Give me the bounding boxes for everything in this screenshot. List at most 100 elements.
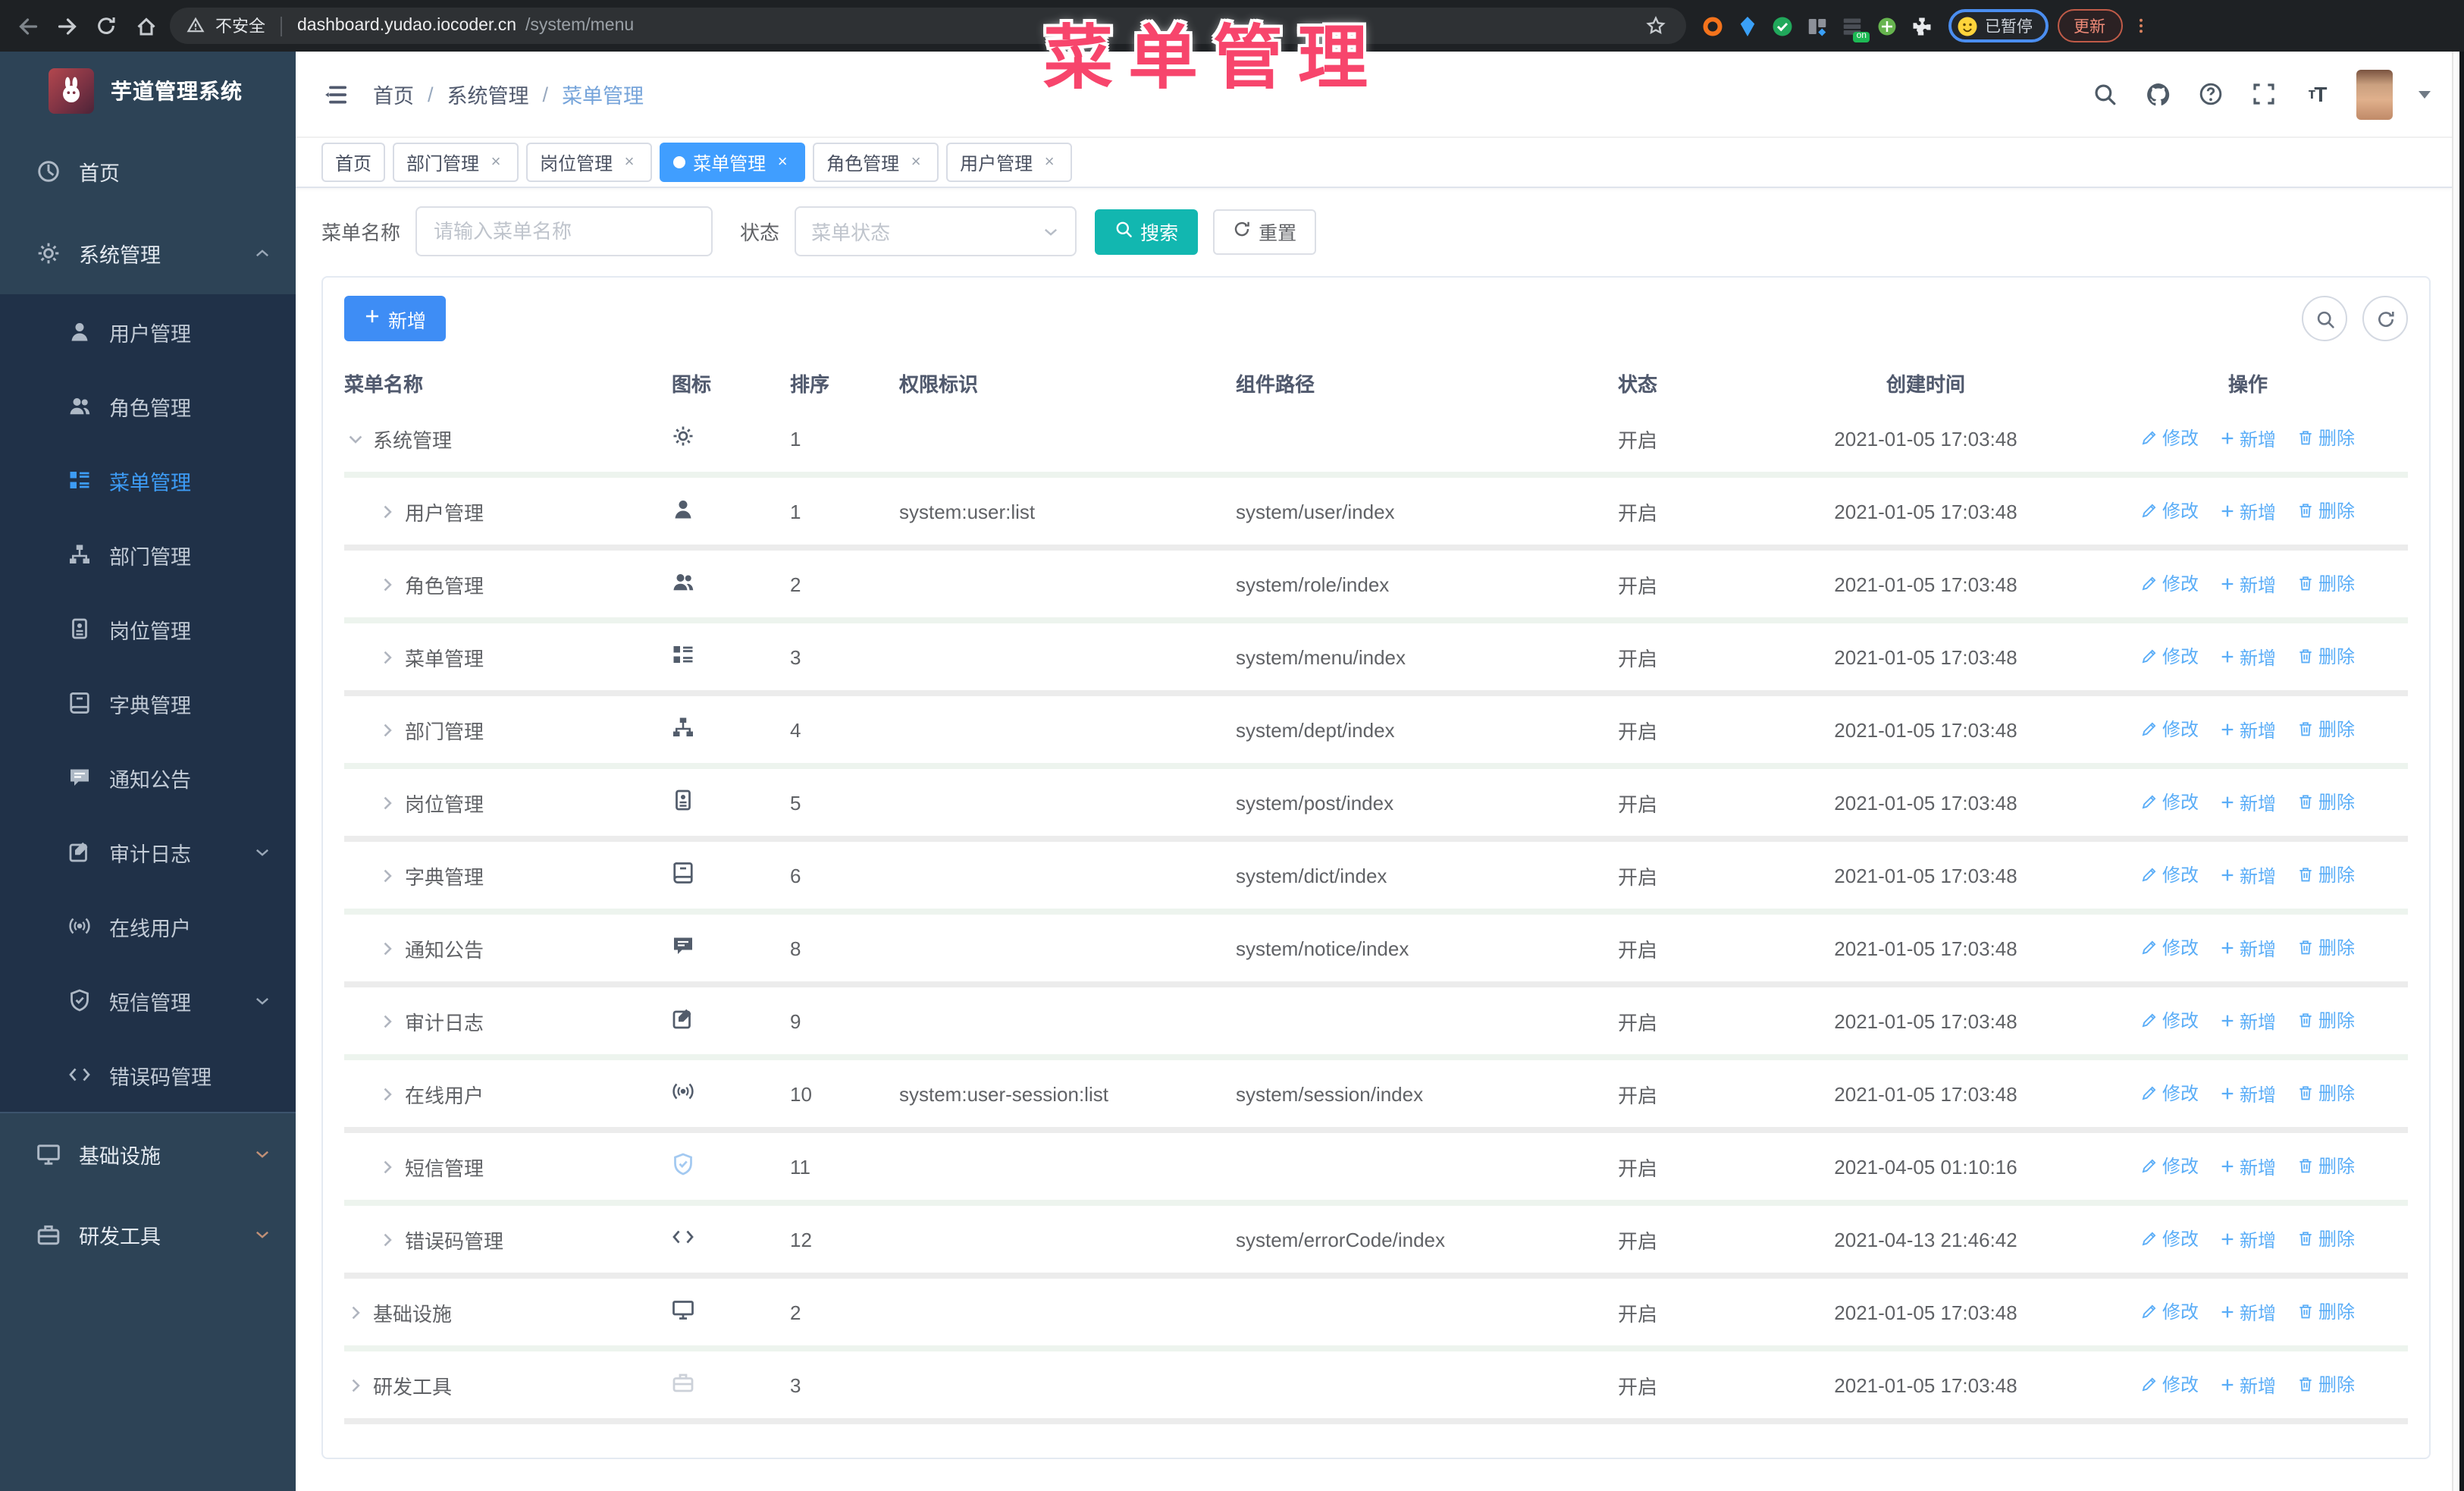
user-avatar[interactable] xyxy=(2356,69,2393,119)
sidebar-item-code[interactable]: 错误码管理 xyxy=(0,1037,296,1112)
sidebar-item-users[interactable]: 角色管理 xyxy=(0,369,296,443)
tree-expand-icon[interactable] xyxy=(376,573,397,595)
sidebar-item-monitor[interactable]: 基础设施 xyxy=(0,1112,296,1194)
tab-用户管理[interactable]: 用户管理 × xyxy=(946,143,1073,182)
sidebar-item-menu[interactable]: 菜单管理 xyxy=(0,443,296,517)
sidebar-item-dict[interactable]: 字典管理 xyxy=(0,666,296,740)
tab-岗位管理[interactable]: 岗位管理 × xyxy=(526,143,653,182)
tree-expand-icon[interactable] xyxy=(376,865,397,886)
scrollbar[interactable] xyxy=(2452,52,2459,1491)
font-size-icon[interactable]: тT xyxy=(2303,80,2331,108)
add-link[interactable]: 新增 xyxy=(2220,1227,2276,1253)
tab-首页[interactable]: 首页 xyxy=(321,143,386,182)
breadcrumb-item[interactable]: 首页 xyxy=(373,79,414,109)
sidebar-item-message[interactable]: 通知公告 xyxy=(0,740,296,815)
tab-close-icon[interactable]: × xyxy=(620,153,638,171)
update-button[interactable]: 更新 xyxy=(2057,9,2122,42)
ext-ring-icon[interactable] xyxy=(1701,14,1724,37)
add-link[interactable]: 新增 xyxy=(2220,863,2276,889)
delete-link[interactable]: 删除 xyxy=(2297,498,2355,524)
address-bar[interactable]: 不安全 dashboard.yudao.iocoder.cn/system/me… xyxy=(170,8,1686,44)
delete-link[interactable]: 删除 xyxy=(2297,1372,2355,1398)
tree-expand-icon[interactable] xyxy=(376,501,397,522)
sidebar-item-tree[interactable]: 部门管理 xyxy=(0,517,296,592)
sidebar-item-user[interactable]: 用户管理 xyxy=(0,294,296,369)
tree-expand-icon[interactable] xyxy=(344,1374,365,1395)
menu-name-input[interactable] xyxy=(415,206,713,256)
add-link[interactable]: 新增 xyxy=(2220,572,2276,598)
tab-close-icon[interactable]: × xyxy=(773,153,792,171)
tab-close-icon[interactable]: × xyxy=(1040,153,1058,171)
tree-expand-icon[interactable] xyxy=(376,1083,397,1104)
tab-close-icon[interactable]: × xyxy=(487,153,505,171)
reset-button[interactable]: 重置 xyxy=(1213,209,1317,254)
add-link[interactable]: 新增 xyxy=(2220,1009,2276,1034)
edit-link[interactable]: 修改 xyxy=(2141,498,2199,524)
edit-link[interactable]: 修改 xyxy=(2141,935,2199,961)
delete-link[interactable]: 删除 xyxy=(2297,1226,2355,1252)
tree-expand-icon[interactable] xyxy=(376,646,397,667)
home-icon[interactable] xyxy=(130,11,161,41)
forward-icon[interactable] xyxy=(52,11,82,41)
tree-expand-icon[interactable] xyxy=(376,792,397,813)
delete-link[interactable]: 删除 xyxy=(2297,425,2355,451)
delete-link[interactable]: 删除 xyxy=(2297,862,2355,888)
github-icon[interactable] xyxy=(2144,80,2171,108)
sidebar-item-post[interactable]: 岗位管理 xyxy=(0,592,296,666)
edit-link[interactable]: 修改 xyxy=(2141,1372,2199,1398)
edit-link[interactable]: 修改 xyxy=(2141,1154,2199,1179)
tree-collapse-icon[interactable] xyxy=(344,428,365,449)
back-icon[interactable] xyxy=(12,11,42,41)
tree-expand-icon[interactable] xyxy=(376,1229,397,1250)
ext-grid-icon[interactable] xyxy=(1806,14,1829,37)
sidebar-item-sms[interactable]: 短信管理 xyxy=(0,963,296,1037)
delete-link[interactable]: 删除 xyxy=(2297,1081,2355,1106)
app-logo[interactable]: 芋道管理系统 xyxy=(0,52,296,130)
tree-expand-icon[interactable] xyxy=(376,1156,397,1177)
delete-link[interactable]: 删除 xyxy=(2297,1299,2355,1325)
ext-puzzle-icon[interactable] xyxy=(1911,14,1933,37)
add-link[interactable]: 新增 xyxy=(2220,1373,2276,1398)
add-link[interactable]: 新增 xyxy=(2220,717,2276,743)
delete-link[interactable]: 删除 xyxy=(2297,1154,2355,1179)
tree-expand-icon[interactable] xyxy=(344,1301,365,1323)
toggle-search-button[interactable] xyxy=(2302,296,2347,341)
edit-link[interactable]: 修改 xyxy=(2141,789,2199,815)
delete-link[interactable]: 删除 xyxy=(2297,717,2355,742)
edit-link[interactable]: 修改 xyxy=(2141,717,2199,742)
collapse-sidebar-icon[interactable] xyxy=(321,79,352,109)
bookmark-star-icon[interactable] xyxy=(1641,11,1671,41)
delete-link[interactable]: 删除 xyxy=(2297,1008,2355,1034)
delete-link[interactable]: 删除 xyxy=(2297,644,2355,670)
edit-link[interactable]: 修改 xyxy=(2141,862,2199,888)
add-link[interactable]: 新增 xyxy=(2220,1081,2276,1107)
chevron-down-icon[interactable] xyxy=(2419,90,2431,98)
ext-gem-icon[interactable] xyxy=(1736,14,1759,37)
tab-部门管理[interactable]: 部门管理 × xyxy=(393,143,519,182)
search-icon[interactable] xyxy=(2091,80,2118,108)
delete-link[interactable]: 删除 xyxy=(2297,935,2355,961)
tab-角色管理[interactable]: 角色管理 × xyxy=(813,143,939,182)
ext-stack-icon[interactable]: on xyxy=(1841,14,1870,42)
tree-expand-icon[interactable] xyxy=(376,937,397,959)
sidebar-item-dashboard[interactable]: 首页 xyxy=(0,130,296,212)
delete-link[interactable]: 删除 xyxy=(2297,571,2355,597)
browser-menu-icon[interactable] xyxy=(2131,17,2149,35)
add-link[interactable]: 新增 xyxy=(2220,1300,2276,1326)
add-link[interactable]: 新增 xyxy=(2220,499,2276,525)
tab-close-icon[interactable]: × xyxy=(907,153,925,171)
reload-icon[interactable] xyxy=(91,11,121,41)
edit-link[interactable]: 修改 xyxy=(2141,644,2199,670)
add-link[interactable]: 新增 xyxy=(2220,1154,2276,1180)
delete-link[interactable]: 删除 xyxy=(2297,789,2355,815)
add-link[interactable]: 新增 xyxy=(2220,936,2276,962)
refresh-table-button[interactable] xyxy=(2362,296,2408,341)
sidebar-item-tool[interactable]: 研发工具 xyxy=(0,1194,296,1276)
fullscreen-icon[interactable] xyxy=(2250,80,2277,108)
ext-check-icon[interactable] xyxy=(1771,14,1794,37)
add-link[interactable]: 新增 xyxy=(2220,426,2276,452)
help-icon[interactable] xyxy=(2197,80,2224,108)
add-link[interactable]: 新增 xyxy=(2220,645,2276,670)
add-button[interactable]: 新增 xyxy=(344,296,447,341)
edit-link[interactable]: 修改 xyxy=(2141,1299,2199,1325)
